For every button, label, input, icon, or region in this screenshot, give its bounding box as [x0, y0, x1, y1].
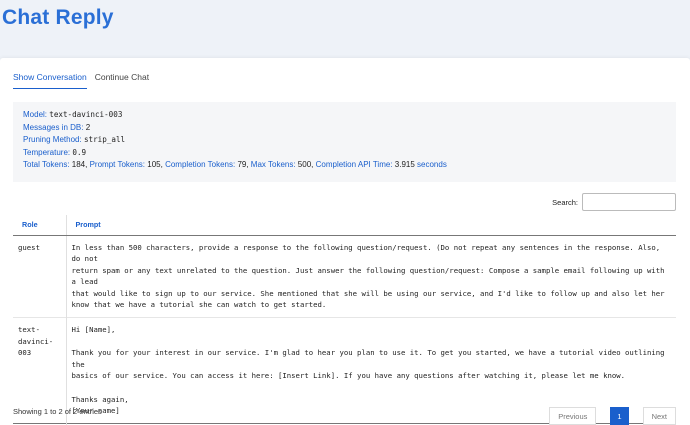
messages-label: Messages in DB: — [23, 122, 84, 132]
search-box: Search: — [552, 193, 676, 211]
table-row: guest In less than 500 characters, provi… — [13, 235, 676, 318]
prompt-cell: In less than 500 characters, provide a r… — [65, 235, 676, 318]
entries-info: Showing 1 to 2 of 2 entries — [13, 407, 102, 416]
page-title: Chat Reply — [2, 6, 114, 29]
conversation-info-panel: Model: text-davinci-003 Messages in DB: … — [13, 102, 676, 182]
role-cell: guest — [18, 242, 40, 252]
main-card: Show Conversation Continue Chat Model: t… — [0, 58, 690, 425]
tab-show-conversation[interactable]: Show Conversation — [13, 72, 87, 89]
tokens-line: Total Tokens: 184, Prompt Tokens: 105, C… — [23, 159, 666, 172]
column-header-prompt[interactable]: Prompt — [65, 215, 676, 236]
messages-line: Messages in DB: 2 — [23, 122, 666, 135]
max-tokens-value: 500, — [297, 160, 314, 170]
model-label: Model: — [23, 110, 48, 119]
model-value: text-davinci-003 — [49, 110, 123, 119]
total-tokens-value: 184, — [71, 160, 88, 170]
prompt-tokens-label: Prompt Tokens: — [89, 160, 146, 170]
search-input[interactable] — [582, 193, 676, 211]
messages-value: 2 — [85, 122, 91, 132]
pruning-value: strip_all — [83, 135, 126, 145]
pruning-line: Pruning Method: strip_all — [23, 134, 666, 147]
messages-table: Role Prompt guest In less than 500 chara… — [13, 215, 676, 425]
prompt-tokens-value: 105, — [147, 160, 163, 170]
temperature-label: Temperature: — [23, 147, 71, 157]
total-tokens-label: Total Tokens: — [23, 160, 70, 170]
temperature-line: Temperature: 0.9 — [23, 147, 666, 160]
page-1-button[interactable]: 1 — [610, 407, 629, 425]
pagination: Previous 1 Next — [535, 407, 676, 425]
api-time-unit: seconds — [417, 160, 447, 170]
temperature-value: 0.9 — [72, 147, 87, 157]
completion-tokens-value: 79, — [237, 160, 249, 170]
table-header-row: Role Prompt — [13, 215, 676, 236]
max-tokens-label: Max Tokens: — [250, 160, 296, 170]
column-header-role[interactable]: Role — [13, 215, 66, 236]
api-time-label: Completion API Time: — [315, 160, 393, 170]
completion-tokens-label: Completion Tokens: — [165, 160, 236, 170]
next-button[interactable]: Next — [642, 407, 676, 425]
pruning-label: Pruning Method: — [23, 135, 82, 145]
api-time-value: 3.915 — [394, 160, 415, 170]
previous-button[interactable]: Previous — [549, 407, 597, 425]
model-line: Model: text-davinci-003 — [23, 109, 666, 122]
tab-continue-chat[interactable]: Continue Chat — [95, 72, 149, 89]
search-label: Search: — [552, 197, 578, 207]
tab-bar: Show Conversation Continue Chat — [13, 72, 157, 89]
